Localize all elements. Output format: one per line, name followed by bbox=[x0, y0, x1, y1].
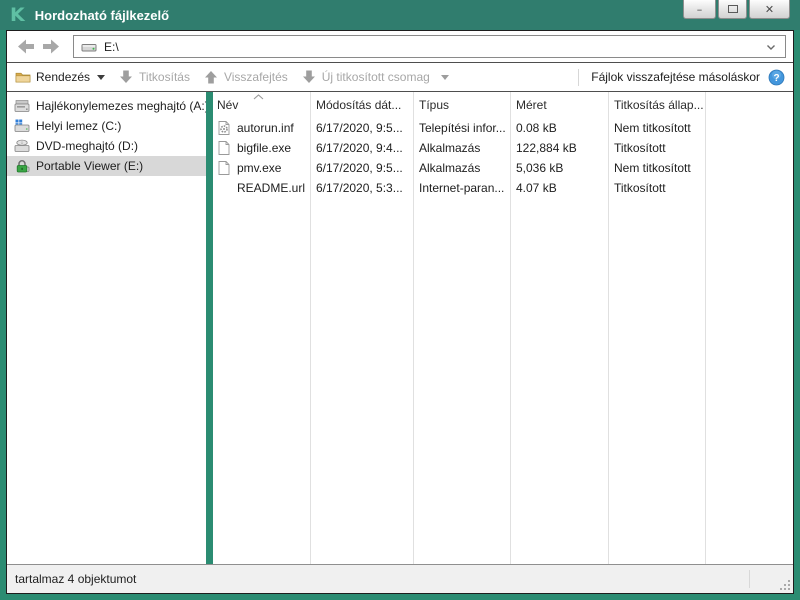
file-name: autorun.inf bbox=[237, 121, 294, 135]
decrypt-on-copy-label: Fájlok visszafejtése másoláskor bbox=[591, 70, 760, 84]
file-modified: 6/17/2020, 9:5... bbox=[310, 121, 413, 135]
new-encrypted-package-label: Új titkosított csomag bbox=[322, 70, 430, 84]
blank-icon-slot bbox=[216, 180, 232, 196]
file-size: 5,036 kB bbox=[510, 161, 608, 175]
sidebar-item-dvd-d[interactable]: DVD-meghajtó (D:) bbox=[7, 136, 206, 156]
floppy-drive-icon bbox=[14, 98, 30, 114]
maximize-icon bbox=[728, 5, 738, 13]
close-button[interactable]: ✕ bbox=[749, 0, 790, 19]
file-encryption-status: Titkosított bbox=[608, 181, 793, 195]
new-encrypted-package-button[interactable]: Új titkosított csomag bbox=[301, 69, 449, 85]
file-row-autorun-inf[interactable]: autorun.inf 6/17/2020, 9:5... Telepítési… bbox=[213, 118, 793, 138]
encrypt-button[interactable]: Titkosítás bbox=[118, 69, 190, 85]
new-encrypted-package-dropdown-icon bbox=[441, 75, 449, 80]
sidebar-item-label: Helyi lemez (C:) bbox=[36, 119, 121, 133]
forward-button[interactable] bbox=[41, 38, 60, 55]
column-header-modified[interactable]: Módosítás dát... bbox=[310, 98, 413, 112]
arrange-label: Rendezés bbox=[36, 70, 90, 84]
file-row-readme-url[interactable]: README.url 6/17/2020, 5:3... Internet-pa… bbox=[213, 178, 793, 198]
column-header-type[interactable]: Típus bbox=[413, 98, 510, 112]
chevron-down-icon[interactable] bbox=[764, 40, 778, 54]
svg-text:?: ? bbox=[773, 73, 779, 84]
file-encryption-status: Nem titkosított bbox=[608, 161, 793, 175]
setup-information-file-icon bbox=[216, 120, 232, 136]
status-bar: tartalmaz 4 objektumot bbox=[7, 564, 793, 593]
address-combobox[interactable]: E:\ bbox=[73, 35, 786, 58]
local-disk-icon bbox=[14, 118, 30, 134]
file-size: 0.08 kB bbox=[510, 121, 608, 135]
file-size: 4.07 kB bbox=[510, 181, 608, 195]
navigation-arrows bbox=[17, 38, 60, 55]
column-header-size[interactable]: Méret bbox=[510, 98, 608, 112]
file-encryption-status: Nem titkosított bbox=[608, 121, 793, 135]
window-title: Hordozható fájlkezelő bbox=[35, 8, 169, 23]
sidebar-item-local-disk-c[interactable]: Helyi lemez (C:) bbox=[7, 116, 206, 136]
sidebar-item-label: DVD-meghajtó (D:) bbox=[36, 139, 138, 153]
file-row-bigfile-exe[interactable]: bigfile.exe 6/17/2020, 9:4... Alkalmazás… bbox=[213, 138, 793, 158]
file-type: Alkalmazás bbox=[413, 141, 510, 155]
pane-splitter[interactable] bbox=[206, 92, 213, 564]
statusbar-separator bbox=[749, 570, 750, 588]
drive-icon bbox=[81, 40, 97, 54]
close-icon: ✕ bbox=[765, 3, 774, 16]
drives-sidebar: Hajlékonylemezes meghajtó (A:) Helyi lem… bbox=[7, 92, 206, 564]
window-controls: – ✕ bbox=[681, 0, 790, 19]
encrypt-down-arrow-icon bbox=[118, 69, 134, 85]
resize-grip-icon[interactable] bbox=[779, 579, 791, 591]
file-name: pmv.exe bbox=[237, 161, 281, 175]
sort-ascending-icon bbox=[253, 94, 264, 100]
toolbar-separator bbox=[578, 69, 579, 86]
portable-file-manager-window: K Hordozható fájlkezelő – ✕ bbox=[0, 0, 800, 600]
file-modified: 6/17/2020, 9:4... bbox=[310, 141, 413, 155]
file-type: Alkalmazás bbox=[413, 161, 510, 175]
arrange-button[interactable]: Rendezés bbox=[15, 69, 105, 85]
column-header-name[interactable]: Név bbox=[213, 98, 310, 112]
file-encryption-status: Titkosított bbox=[608, 141, 793, 155]
dvd-drive-icon bbox=[14, 138, 30, 154]
file-modified: 6/17/2020, 5:3... bbox=[310, 181, 413, 195]
generic-file-icon bbox=[216, 140, 232, 156]
encrypt-down-arrow-icon bbox=[301, 69, 317, 85]
back-arrow-icon bbox=[17, 38, 36, 55]
minimize-button[interactable]: – bbox=[683, 0, 716, 19]
decrypt-button[interactable]: Visszafejtés bbox=[203, 69, 288, 85]
status-text: tartalmaz 4 objektumot bbox=[15, 572, 136, 586]
file-type: Internet-paran... bbox=[413, 181, 510, 195]
file-name: bigfile.exe bbox=[237, 141, 291, 155]
address-path: E:\ bbox=[104, 40, 119, 54]
help-icon[interactable]: ? bbox=[768, 69, 785, 86]
file-type: Telepítési infor... bbox=[413, 121, 510, 135]
toolbar: Rendezés Titkosítás Visszafejtés Új titk… bbox=[7, 62, 793, 92]
window-content: E:\ Rendezés Titkosítás Visszafejtés bbox=[6, 30, 794, 594]
file-name: README.url bbox=[237, 181, 305, 195]
decrypt-label: Visszafejtés bbox=[224, 70, 288, 84]
column-header-encryption[interactable]: Titkosítás állap... bbox=[608, 98, 793, 112]
file-list-header: Név Módosítás dát... Típus Méret Titkosí… bbox=[213, 92, 793, 118]
address-bar: E:\ bbox=[7, 31, 793, 62]
encrypt-label: Titkosítás bbox=[139, 70, 190, 84]
file-row-pmv-exe[interactable]: pmv.exe 6/17/2020, 9:5... Alkalmazás 5,0… bbox=[213, 158, 793, 178]
arrange-dropdown-icon bbox=[97, 75, 105, 80]
sidebar-item-floppy-a[interactable]: Hajlékonylemezes meghajtó (A:) bbox=[7, 96, 206, 116]
toolbar-right: Fájlok visszafejtése másoláskor ? bbox=[578, 69, 785, 86]
sidebar-item-portable-viewer-e[interactable]: Portable Viewer (E:) bbox=[7, 156, 206, 176]
folder-icon bbox=[15, 69, 31, 85]
file-size: 122,884 kB bbox=[510, 141, 608, 155]
main-area: Hajlékonylemezes meghajtó (A:) Helyi lem… bbox=[7, 92, 793, 564]
titlebar: K Hordozható fájlkezelő – ✕ bbox=[0, 0, 800, 30]
sidebar-item-label: Hajlékonylemezes meghajtó (A:) bbox=[36, 99, 206, 113]
back-button[interactable] bbox=[17, 38, 36, 55]
forward-arrow-icon bbox=[41, 38, 60, 55]
encrypted-drive-icon bbox=[14, 158, 30, 174]
maximize-button[interactable] bbox=[718, 0, 747, 19]
minimize-icon: – bbox=[697, 3, 703, 16]
file-list: Név Módosítás dát... Típus Méret Titkosí… bbox=[213, 92, 793, 564]
kaspersky-logo-icon: K bbox=[10, 6, 25, 25]
decrypt-up-arrow-icon bbox=[203, 69, 219, 85]
generic-file-icon bbox=[216, 160, 232, 176]
file-modified: 6/17/2020, 9:5... bbox=[310, 161, 413, 175]
sidebar-item-label: Portable Viewer (E:) bbox=[36, 159, 143, 173]
